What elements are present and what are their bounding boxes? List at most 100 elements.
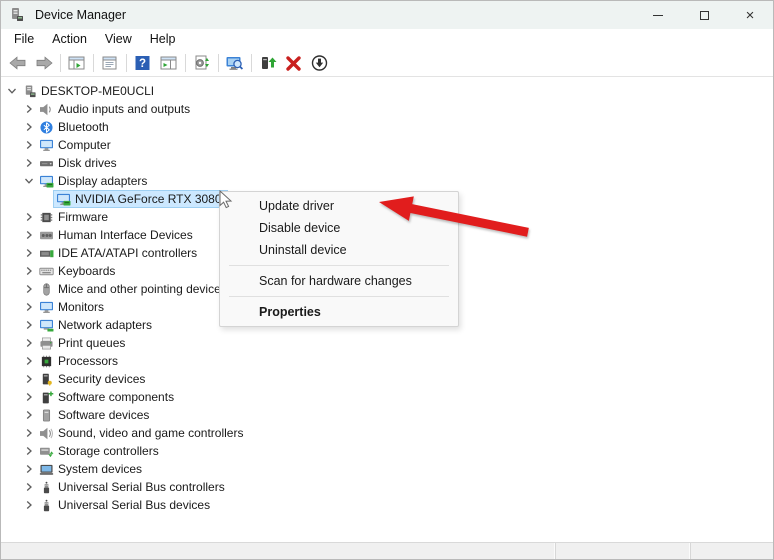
tree-item-print-queues[interactable]: Print queues (1, 334, 773, 352)
tree-item-body[interactable]: Storage controllers (36, 442, 165, 460)
tree-item-label: Monitors (58, 300, 106, 314)
tree-item-body[interactable]: Display adapters (36, 172, 153, 190)
tree-item-computer[interactable]: Computer (1, 136, 773, 154)
tree-item-body[interactable]: Human Interface Devices (36, 226, 199, 244)
tree-item-universal-serial-bus-controllers[interactable]: Universal Serial Bus controllers (1, 478, 773, 496)
properties-window-button[interactable] (97, 51, 123, 75)
tree-item-body[interactable]: Audio inputs and outputs (36, 100, 196, 118)
tree-item-desktop-me0ucli[interactable]: DESKTOP-ME0UCLI (1, 82, 773, 100)
menu-action[interactable]: Action (43, 30, 96, 48)
uninstall-device-button[interactable] (281, 51, 307, 75)
menu-help[interactable]: Help (141, 30, 185, 48)
menu-view[interactable]: View (96, 30, 141, 48)
tree-item-body[interactable]: Computer (36, 136, 117, 154)
chevron-right-icon[interactable] (22, 426, 36, 440)
back-button[interactable] (5, 51, 31, 75)
chevron-right-icon[interactable] (22, 156, 36, 170)
tree-item-body[interactable]: Mice and other pointing devices (36, 280, 233, 298)
printer-icon (38, 336, 54, 350)
remote-computer-button[interactable] (222, 51, 248, 75)
chevron-right-icon[interactable] (22, 354, 36, 368)
tree-item-body[interactable]: System devices (36, 460, 148, 478)
help-icon: ? (133, 54, 153, 72)
tree-item-body[interactable]: Software devices (36, 406, 155, 424)
mouse-icon (38, 282, 54, 296)
system-icon (38, 462, 54, 476)
show-console-tree-icon (67, 54, 87, 72)
tree-item-disk-drives[interactable]: Disk drives (1, 154, 773, 172)
chevron-right-icon[interactable] (22, 264, 36, 278)
chevron-right-icon[interactable] (22, 336, 36, 350)
tree-item-system-devices[interactable]: System devices (1, 460, 773, 478)
chevron-right-icon[interactable] (22, 300, 36, 314)
tree-item-bluetooth[interactable]: Bluetooth (1, 118, 773, 136)
context-menu-item-properties[interactable]: Properties (220, 301, 458, 323)
forward-button[interactable] (31, 51, 57, 75)
tree-item-body[interactable]: Print queues (36, 334, 131, 352)
context-menu-item-disable-device[interactable]: Disable device (220, 217, 458, 239)
chevron-right-icon[interactable] (22, 228, 36, 242)
tree-item-processors[interactable]: Processors (1, 352, 773, 370)
chevron-right-icon[interactable] (22, 246, 36, 260)
tree-item-body[interactable]: Monitors (36, 298, 110, 316)
show-action-pane-button[interactable] (156, 51, 182, 75)
toolbar-separator (126, 54, 127, 72)
help-button[interactable]: ? (130, 51, 156, 75)
chevron-right-icon[interactable] (22, 138, 36, 152)
tree-item-label: Network adapters (58, 318, 154, 332)
maximize-button[interactable] (681, 1, 727, 29)
tree-item-software-components[interactable]: Software components (1, 388, 773, 406)
tree-item-sound-video-and-game-controllers[interactable]: Sound, video and game controllers (1, 424, 773, 442)
update-driver-button[interactable] (255, 51, 281, 75)
chevron-down-icon[interactable] (5, 84, 19, 98)
tree-item-security-devices[interactable]: Security devices (1, 370, 773, 388)
toolbar: ? (1, 49, 773, 77)
tree-item-body[interactable]: Keyboards (36, 262, 121, 280)
tree-item-body[interactable]: Disk drives (36, 154, 123, 172)
tree-item-body[interactable]: Sound, video and game controllers (36, 424, 249, 442)
tree-item-audio-inputs-and-outputs[interactable]: Audio inputs and outputs (1, 100, 773, 118)
tree-item-body[interactable]: Network adapters (36, 316, 158, 334)
chevron-right-icon[interactable] (22, 498, 36, 512)
menu-file[interactable]: File (5, 30, 43, 48)
chevron-right-icon[interactable] (22, 372, 36, 386)
tree-item-label: Sound, video and game controllers (58, 426, 245, 440)
tree-item-body[interactable]: NVIDIA GeForce RTX 3080 (53, 190, 228, 208)
context-menu-item-scan-for-hardware-changes[interactable]: Scan for hardware changes (220, 270, 458, 292)
disable-device-button[interactable] (307, 51, 333, 75)
tree-item-universal-serial-bus-devices[interactable]: Universal Serial Bus devices (1, 496, 773, 514)
minimize-button[interactable] (635, 1, 681, 29)
chevron-right-icon[interactable] (22, 102, 36, 116)
tree-item-body[interactable]: Security devices (36, 370, 151, 388)
tree-item-storage-controllers[interactable]: Storage controllers (1, 442, 773, 460)
chevron-right-icon[interactable] (22, 282, 36, 296)
tree-item-label: DESKTOP-ME0UCLI (41, 84, 156, 98)
tree-item-body[interactable]: Firmware (36, 208, 114, 226)
tree-item-body[interactable]: Universal Serial Bus devices (36, 496, 216, 514)
chevron-right-icon[interactable] (22, 120, 36, 134)
tree-item-body[interactable]: Software components (36, 388, 180, 406)
chevron-right-icon[interactable] (22, 408, 36, 422)
close-button[interactable]: × (727, 1, 773, 29)
chevron-right-icon[interactable] (22, 210, 36, 224)
chevron-right-icon[interactable] (22, 318, 36, 332)
tree-item-software-devices[interactable]: Software devices (1, 406, 773, 424)
sound-icon (38, 426, 54, 440)
tree-item-body[interactable]: Universal Serial Bus controllers (36, 478, 231, 496)
show-console-tree-button[interactable] (64, 51, 90, 75)
tree-item-body[interactable]: DESKTOP-ME0UCLI (19, 82, 160, 100)
tree-item-display-adapters[interactable]: Display adapters (1, 172, 773, 190)
tree-item-body[interactable]: Bluetooth (36, 118, 115, 136)
scan-hardware-button[interactable] (189, 51, 215, 75)
chevron-right-icon[interactable] (22, 462, 36, 476)
chevron-right-icon[interactable] (22, 390, 36, 404)
tree-item-body[interactable]: IDE ATA/ATAPI controllers (36, 244, 203, 262)
chevron-right-icon[interactable] (22, 444, 36, 458)
context-menu-item-uninstall-device[interactable]: Uninstall device (220, 239, 458, 261)
context-menu-item-update-driver[interactable]: Update driver (220, 195, 458, 217)
chevron-right-icon[interactable] (22, 480, 36, 494)
statusbar-section-right (691, 543, 773, 559)
chevron-down-icon[interactable] (22, 174, 36, 188)
tree-item-body[interactable]: Processors (36, 352, 124, 370)
tree-item-label: Firmware (58, 210, 110, 224)
